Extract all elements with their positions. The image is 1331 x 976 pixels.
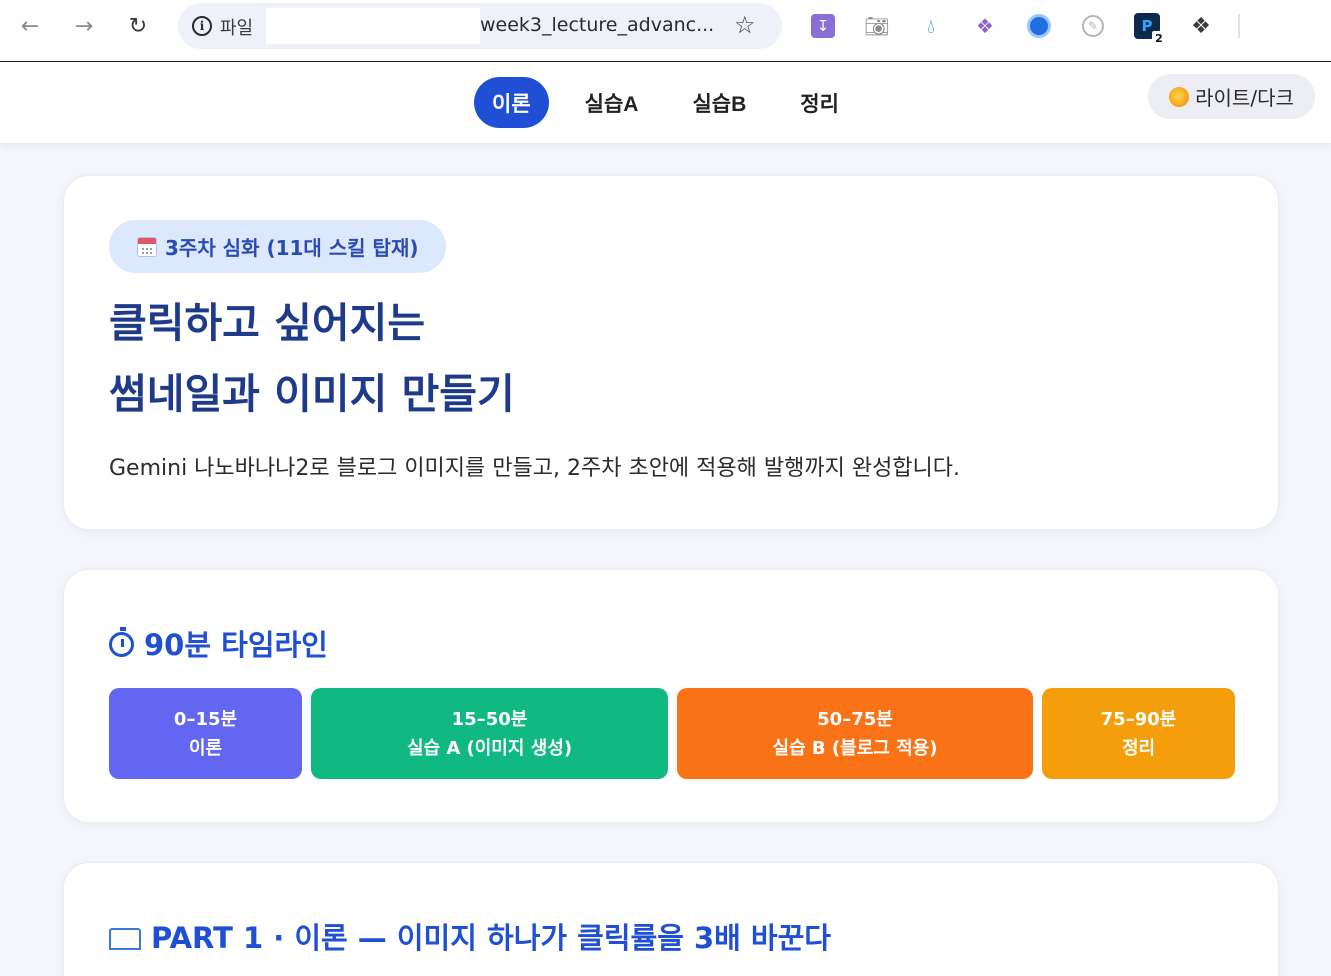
theme-toggle-label: 라이트/다크	[1195, 86, 1294, 110]
toolbar-divider	[1238, 14, 1240, 38]
address-bar[interactable]: i 파일 week3_lecture_advanc... ☆	[178, 3, 782, 49]
segment-label: 실습 B (블로그 적용)	[772, 737, 938, 759]
compass-extension-icon[interactable]: ✎	[1078, 11, 1108, 41]
page-description: Gemini 나노바나나2로 블로그 이미지를 만들고, 2주차 초안에 적용해…	[109, 456, 961, 481]
tab-practice-a[interactable]: 실습A	[567, 77, 657, 128]
calendar-icon	[137, 236, 157, 257]
timeline-segment-practice-b: 50–75분 실습 B (블로그 적용)	[677, 688, 1033, 779]
sun-icon	[1169, 86, 1190, 107]
tab-summary[interactable]: 정리	[782, 77, 857, 128]
extension-badge: 2	[1152, 31, 1166, 45]
water-drop-extension-icon[interactable]: 💧︎	[916, 11, 946, 41]
url-text[interactable]: week3_lecture_advanc...	[480, 14, 714, 36]
url-scheme-label: 파일	[220, 18, 254, 39]
tab-theory[interactable]: 이론	[474, 77, 549, 128]
timeline-bar: 0–15분 이론 15–50분 실습 A (이미지 생성) 50–75분 실습 …	[109, 688, 1235, 779]
puzzle-extensions-icon[interactable]: ❖	[1186, 11, 1216, 41]
timeline-segment-practice-a: 15–50분 실습 A (이미지 생성)	[311, 688, 668, 779]
week-badge-label: 3주차 심화 (11대 스킬 탑재)	[165, 236, 419, 260]
segment-time: 75–90분	[1100, 708, 1177, 730]
camera-extension-icon[interactable]: 📷︎	[862, 11, 892, 41]
globe-extension-icon[interactable]	[1024, 11, 1054, 41]
reload-icon[interactable]: ↻	[122, 11, 154, 43]
browser-toolbar: ← → ↻ i 파일 week3_lecture_advanc... ☆ ↧ 📷…	[0, 0, 1331, 62]
timeline-heading: 90분 타임라인	[109, 622, 328, 664]
timeline-segment-theory: 0–15분 이론	[109, 688, 302, 779]
part1-heading: PART 1 · 이론 — 이미지 하나가 클릭률을 3배 바꾼다	[109, 915, 831, 957]
info-icon[interactable]: i	[192, 16, 212, 36]
theme-toggle-button[interactable]: 라이트/다크	[1148, 74, 1315, 119]
page-title: 클릭하고 싶어지는 썸네일과 이미지 만들기	[109, 288, 1209, 430]
download-extension-icon[interactable]: ↧	[808, 11, 838, 41]
page-title-line-1: 클릭하고 싶어지는	[109, 299, 426, 347]
timeline-segment-summary: 75–90분 정리	[1042, 688, 1235, 779]
segment-label: 실습 A (이미지 생성)	[406, 737, 573, 759]
timeline-card: 90분 타임라인 0–15분 이론 15–50분 실습 A (이미지 생성) 5…	[63, 569, 1279, 823]
section-tabs: 이론 실습A 실습B 정리	[474, 77, 857, 128]
p-extension-icon[interactable]: P2	[1132, 11, 1166, 45]
timeline-title: 90분 타임라인	[144, 628, 328, 662]
week-badge: 3주차 심화 (11대 스킬 탑재)	[109, 220, 447, 273]
app-header: 이론 실습A 실습B 정리 라이트/다크	[0, 62, 1331, 143]
segment-time: 15–50분	[451, 708, 528, 730]
arrow-right-icon[interactable]: →	[68, 11, 100, 43]
part1-title: PART 1 · 이론 — 이미지 하나가 클릭률을 3배 바꾼다	[151, 921, 831, 955]
stopwatch-icon	[109, 627, 134, 657]
arrow-left-icon[interactable]: ←	[14, 11, 46, 43]
star-icon[interactable]: ☆	[734, 11, 756, 39]
tab-practice-b[interactable]: 실습B	[674, 77, 764, 128]
segment-label: 이론	[188, 737, 223, 759]
open-book-icon	[109, 928, 141, 950]
part1-card: PART 1 · 이론 — 이미지 하나가 클릭률을 3배 바꾼다	[63, 862, 1279, 976]
redacted-url-segment	[266, 8, 480, 44]
crystal-extension-icon[interactable]: ❖	[970, 11, 1000, 41]
page-title-line-2: 썸네일과 이미지 만들기	[109, 370, 515, 418]
segment-time: 0–15분	[173, 708, 238, 730]
segment-time: 50–75분	[817, 708, 893, 730]
segment-label: 정리	[1121, 737, 1156, 759]
hero-card: 3주차 심화 (11대 스킬 탑재) 클릭하고 싶어지는 썸네일과 이미지 만들…	[63, 175, 1279, 530]
